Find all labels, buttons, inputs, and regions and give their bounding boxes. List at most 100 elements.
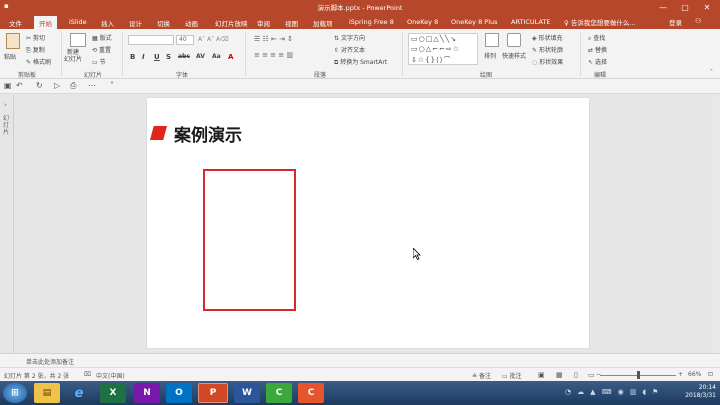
start-button[interactable]: ⊞ [3, 383, 27, 403]
internet-explorer-icon[interactable]: e [66, 383, 92, 403]
smartart-button[interactable]: ⧉ 转换为 SmartArt [334, 57, 387, 67]
arrange-icon[interactable] [485, 33, 499, 47]
bullets-icon[interactable]: ☰ ☷ ⇤ ⇥ ↕ [254, 35, 293, 43]
person-share-icon[interactable]: ⚇ [695, 17, 701, 25]
tell-me-search[interactable]: ♀ 告诉我您想要做什么... [564, 17, 636, 27]
slideshow-icon[interactable]: ▷ [54, 81, 60, 90]
onenote-icon[interactable]: N [134, 383, 160, 403]
login-link[interactable]: 登录 [669, 17, 682, 27]
close-button[interactable]: ✕ [696, 0, 718, 14]
notes-pane[interactable]: 单击此处添加备注 [0, 353, 720, 367]
network-icon[interactable]: ▥ [630, 388, 637, 396]
word-icon[interactable]: W [234, 383, 260, 403]
new-slide-button[interactable]: 新建 幻灯片 [64, 49, 82, 63]
spellcheck-icon[interactable]: ⌧ [84, 371, 91, 378]
tab-review[interactable]: 审阅 [252, 16, 275, 29]
shape-effects-button[interactable]: ◌ 形状效果 [532, 57, 563, 66]
tab-transitions[interactable]: 切换 [152, 16, 175, 29]
presenter-view-icon[interactable]: ▭ [588, 371, 595, 379]
undo-icon[interactable]: ↶ [16, 81, 23, 90]
tray-icon[interactable]: ▲ [590, 388, 595, 396]
customize-icon[interactable]: ⎙ [70, 81, 76, 91]
replace-button[interactable]: ⇄ 替换 [588, 45, 607, 54]
layout-button[interactable]: ▦ 版式 [92, 33, 112, 42]
quick-styles-button[interactable]: 快速样式 [502, 51, 526, 60]
grow-font-icon[interactable]: A˄ A˅ A⌫ [198, 36, 229, 43]
tray-icon[interactable]: ◉ [618, 388, 624, 396]
reading-view-icon[interactable]: ▯ [574, 371, 578, 379]
comments-toggle[interactable]: ▭ 批注 [502, 371, 522, 380]
arrange-button[interactable]: 排列 [484, 51, 496, 60]
volume-icon[interactable]: ◖ [642, 388, 646, 396]
format-painter-button[interactable]: ✎ 格式刷 [26, 57, 51, 66]
system-clock[interactable]: 20:14 2018/3/31 [676, 384, 716, 400]
shape-fill-button[interactable]: ◈ 形状填充 [532, 33, 563, 42]
save-icon[interactable]: ▣ [4, 81, 12, 90]
font-color-button[interactable]: A [228, 53, 233, 61]
cut-button[interactable]: ✂ 剪切 [26, 33, 45, 42]
tab-view[interactable]: 视图 [280, 16, 303, 29]
notes-toggle[interactable]: ≙ 备注 [472, 371, 491, 380]
powerpoint-icon[interactable]: P [198, 383, 228, 403]
char-spacing-button[interactable]: AV [196, 53, 205, 60]
quick-styles-icon[interactable] [507, 33, 521, 47]
reset-button[interactable]: ⟲ 重置 [92, 45, 111, 54]
change-case-button[interactable]: Aa [212, 53, 221, 60]
font-size-select[interactable]: 40 [176, 35, 194, 45]
tab-onekey[interactable]: OneKey 8 [402, 16, 443, 29]
tab-design[interactable]: 设计 [124, 16, 147, 29]
tab-file[interactable]: 文件 [4, 16, 27, 29]
expand-arrow-icon[interactable]: › [4, 101, 7, 109]
shapes-gallery[interactable]: ▭○□△╲╲↘ ▭○△⌐⌐⇨☆ ⇩☆{}⟨⟩⌒ [408, 33, 478, 65]
red-rectangle-shape[interactable] [203, 169, 296, 311]
collapse-ribbon-icon[interactable]: ˄ [710, 69, 713, 76]
align-text-button[interactable]: ⇳ 对齐文本 [334, 45, 365, 54]
align-icon[interactable]: ≡ ≡ ≡ ≡ ▥ [254, 51, 293, 59]
tray-icon[interactable]: ◔ [565, 388, 571, 396]
text-direction-button[interactable]: ⇅ 文字方向 [334, 33, 365, 42]
slide-sorter-icon[interactable]: ▦ [556, 371, 563, 379]
shadow-button[interactable]: S [166, 53, 171, 61]
tab-ispring[interactable]: iSpring Free 8 [344, 16, 399, 29]
keyboard-icon[interactable]: ⌨ [602, 388, 612, 396]
slide-title[interactable]: 案例演示 [174, 121, 242, 146]
font-name-select[interactable] [128, 35, 174, 45]
fit-slide-icon[interactable]: ⊡ [708, 371, 713, 378]
zoom-in-icon[interactable]: + [678, 371, 683, 378]
zoom-level[interactable]: 66% [688, 371, 701, 378]
normal-view-icon[interactable]: ▣ [538, 371, 545, 379]
section-button[interactable]: ▭ 节 [92, 57, 106, 66]
tray-icon[interactable]: ☁ [577, 388, 584, 396]
flag-icon[interactable]: ⚑ [652, 388, 658, 396]
zoom-slider-thumb[interactable] [637, 371, 640, 379]
outlook-icon[interactable]: O [166, 383, 192, 403]
underline-button[interactable]: U [154, 53, 160, 61]
file-explorer-icon[interactable]: ▤ [34, 383, 60, 403]
language-indicator[interactable]: 中文(中国) [96, 371, 125, 380]
tab-articulate[interactable]: ARTICULATE [506, 16, 555, 29]
bold-button[interactable]: B [130, 53, 135, 61]
camtasia-studio-icon[interactable]: C [298, 383, 324, 403]
tab-islide[interactable]: iSlide [64, 16, 92, 29]
tab-insert[interactable]: 插入 [96, 16, 119, 29]
italic-button[interactable]: I [142, 53, 145, 61]
maximize-button[interactable]: ▢ [674, 0, 696, 14]
paste-icon[interactable] [6, 33, 20, 49]
camtasia-recorder-icon[interactable]: C [266, 383, 292, 403]
tab-addins[interactable]: 加载项 [308, 16, 338, 29]
strikethrough-button[interactable]: abc [178, 53, 190, 60]
excel-icon[interactable]: X [100, 383, 126, 403]
minimize-button[interactable]: — [652, 0, 674, 14]
redo-icon[interactable]: ↻ [36, 81, 43, 90]
tab-onekey-plus[interactable]: OneKey 8 Plus [446, 16, 503, 29]
slide-canvas[interactable]: 案例演示 [147, 98, 589, 348]
new-slide-icon[interactable] [70, 33, 86, 47]
paste-button[interactable]: 粘贴 [4, 52, 16, 61]
find-button[interactable]: ⌕ 查找 [588, 33, 605, 43]
chevron-down-icon[interactable]: ˅ [110, 81, 114, 90]
vertical-scrollbar[interactable] [712, 95, 720, 353]
shape-outline-button[interactable]: ✎ 形状轮廓 [532, 45, 563, 54]
more-icon[interactable]: ⋯ [88, 81, 96, 90]
copy-button[interactable]: ⎘ 复制 [26, 45, 45, 55]
tab-animations[interactable]: 动画 [180, 16, 203, 29]
